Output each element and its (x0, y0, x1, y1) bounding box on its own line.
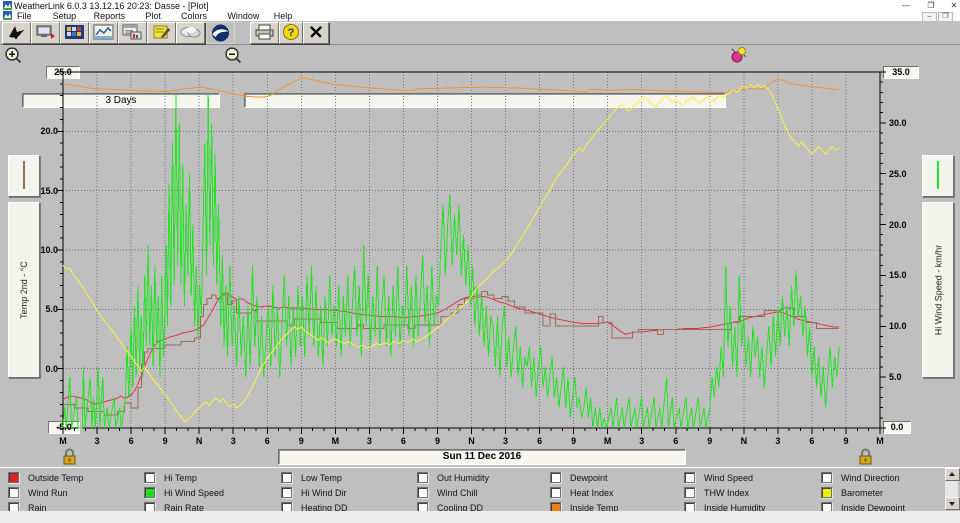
series-hi-wind-speed (63, 92, 839, 428)
legend-checkbox-wind-direction[interactable] (821, 472, 832, 483)
legend-label: Wind Run (28, 488, 68, 498)
x-axis-tick-label: 6 (401, 436, 406, 446)
legend-label: Wind Direction (841, 473, 900, 483)
legend-checkbox-out-humidity[interactable] (417, 472, 428, 483)
legend-item: Wind Direction (821, 471, 938, 484)
legend-checkbox-wind-speed[interactable] (684, 472, 695, 483)
x-axis-tick-label: 6 (265, 436, 270, 446)
status-strip (0, 511, 960, 523)
x-axis-tick-label: 9 (163, 436, 168, 446)
legend-item: Heat Index (550, 486, 684, 499)
legend-checkbox-barometer[interactable] (821, 487, 832, 498)
arrow-down-icon (949, 502, 955, 506)
left-axis-tick-label: 20.0 (28, 126, 58, 136)
legend-scroll-up-button[interactable] (945, 468, 960, 481)
legend-item: Dewpoint (550, 471, 684, 484)
legend-label: Hi Temp (164, 473, 197, 483)
left-axis-tick-label: 15.0 (28, 186, 58, 196)
legend-item: Barometer (821, 486, 938, 499)
x-axis-tick-label: M (332, 436, 340, 446)
legend-label: Wind Speed (704, 473, 753, 483)
x-axis-tick-label: 6 (673, 436, 678, 446)
right-axis-tick-label: 20.0 (889, 220, 907, 230)
legend-checkbox-heat-index[interactable] (550, 487, 561, 498)
date-box[interactable]: Sun 11 Dec 2016 (278, 449, 686, 465)
legend-checkbox-low-temp[interactable] (281, 472, 292, 483)
legend-scroll-down-button[interactable] (945, 497, 960, 510)
legend-item: Out Humidity (417, 471, 550, 484)
legend-item: THW Index (684, 486, 821, 499)
x-axis-tick-label: M (604, 436, 612, 446)
legend-checkbox-hi-wind-dir[interactable] (281, 487, 292, 498)
legend-item: Wind Run (8, 486, 144, 499)
legend-panel: Outside Temp Hi Temp Low Temp Out Humidity D… (0, 467, 960, 513)
legend-checkbox-thw-index[interactable] (684, 487, 695, 498)
x-axis-tick-label: 3 (775, 436, 780, 446)
legend-label: THW Index (704, 488, 749, 498)
x-axis-tick-label: N (468, 436, 475, 446)
x-axis-tick-label: 9 (843, 436, 848, 446)
x-axis-tick-label: 3 (367, 436, 372, 446)
plot-canvas[interactable] (0, 0, 960, 467)
x-axis-tick-label: 9 (299, 436, 304, 446)
x-axis-tick-label: 6 (129, 436, 134, 446)
right-axis-tick-label: 15.0 (889, 270, 907, 280)
legend-label: Hi Wind Dir (301, 488, 347, 498)
x-axis-tick-label: 6 (809, 436, 814, 446)
legend-checkbox-outside-temp[interactable] (8, 472, 19, 483)
legend-label: Outside Temp (28, 473, 83, 483)
legend-item: Outside Temp (8, 471, 144, 484)
arrow-up-icon (949, 472, 955, 476)
series-inside-temp (63, 78, 839, 97)
legend-item: Hi Wind Speed (144, 486, 281, 499)
legend-checkbox-wind-chill[interactable] (417, 487, 428, 498)
x-axis-tick-label: N (741, 436, 748, 446)
legend-label: Dewpoint (570, 473, 608, 483)
weatherlink-window: WeatherLink 6.0.3 13.12.16 20:23: Dasse … (0, 0, 960, 523)
right-axis-tick-label: 5.0 (889, 372, 902, 382)
x-axis-tick-label: N (196, 436, 203, 446)
legend-item: Wind Chill (417, 486, 550, 499)
legend-label: Low Temp (301, 473, 342, 483)
right-axis-tick-label: 25.0 (889, 169, 907, 179)
x-axis-tick-label: 9 (435, 436, 440, 446)
series-temp-2nd (63, 288, 839, 415)
right-axis-tick-label: 10.0 (889, 321, 907, 331)
x-axis-tick-label: 9 (571, 436, 576, 446)
left-axis-tick-label: 0.0 (28, 364, 58, 374)
legend-checkbox-wind-run[interactable] (8, 487, 19, 498)
legend-label: Wind Chill (437, 488, 478, 498)
legend-item: Wind Speed (684, 471, 821, 484)
left-lock-button[interactable] (60, 448, 79, 466)
x-axis-tick-label: M (59, 436, 67, 446)
right-axis-tick-label: 30.0 (889, 118, 907, 128)
x-axis-tick-label: M (876, 436, 884, 446)
legend-label: Heat Index (570, 488, 614, 498)
left-axis-tick-label: 5.0 (28, 304, 58, 314)
legend-scrollbar[interactable] (945, 468, 958, 510)
legend-item: Hi Temp (144, 471, 281, 484)
legend-item: Hi Wind Dir (281, 486, 417, 499)
x-axis-tick-label: 3 (639, 436, 644, 446)
legend-item: Low Temp (281, 471, 417, 484)
x-axis-tick-label: 3 (503, 436, 508, 446)
legend-label: Out Humidity (437, 473, 489, 483)
x-axis-tick-label: 6 (537, 436, 542, 446)
right-lock-button[interactable] (856, 448, 875, 466)
legend-checkbox-hi-temp[interactable] (144, 472, 155, 483)
x-axis-tick-label: 3 (95, 436, 100, 446)
legend-checkbox-hi-wind-speed[interactable] (144, 487, 155, 498)
x-axis-tick-label: 9 (707, 436, 712, 446)
x-axis-tick-label: 3 (231, 436, 236, 446)
legend-label: Hi Wind Speed (164, 488, 224, 498)
legend-label: Barometer (841, 488, 883, 498)
legend-checkbox-dewpoint[interactable] (550, 472, 561, 483)
series-outside-temp (63, 293, 839, 405)
left-axis-tick-label: 10.0 (28, 245, 58, 255)
